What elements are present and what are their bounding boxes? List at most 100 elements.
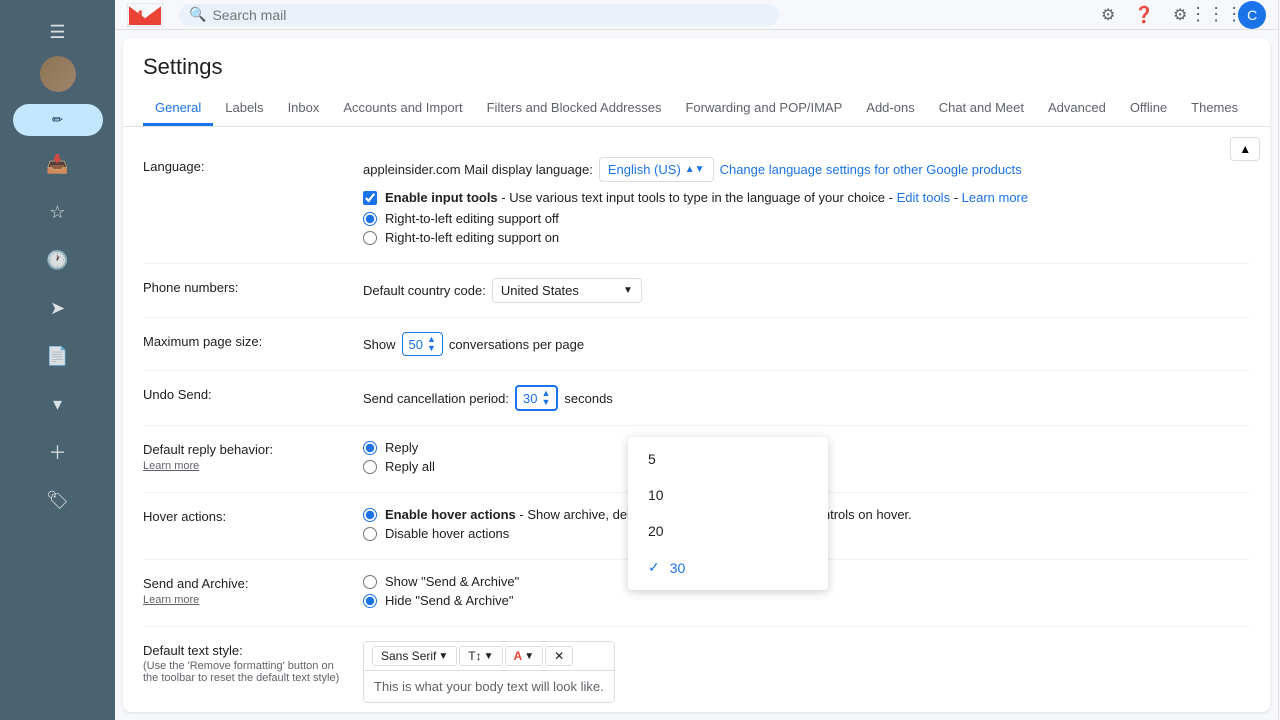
- reply-all-label: Reply all: [385, 459, 435, 474]
- avatar[interactable]: [40, 56, 76, 92]
- reply-learn-more-link[interactable]: Learn more: [143, 460, 199, 472]
- tab-accounts[interactable]: Accounts and Import: [331, 92, 474, 126]
- settings-header: Settings General Labels Inbox Accounts a…: [123, 38, 1270, 127]
- gmail-logo-icon: M: [127, 3, 163, 27]
- text-style-content: Sans Serif ▼ T↕ ▼ A ▼: [363, 641, 1250, 703]
- dropdown-option-5[interactable]: 5: [628, 441, 828, 477]
- reply-radio[interactable]: [363, 441, 377, 455]
- inbox-icon[interactable]: 📥: [38, 144, 78, 184]
- main-area: M 🔍 ⚙ ❓ ⚙ ⋮⋮⋮ C Settings General Labels …: [115, 0, 1278, 720]
- tab-forwarding[interactable]: Forwarding and POP/IMAP: [673, 92, 854, 126]
- language-dropdown[interactable]: English (US) ▲▼: [599, 157, 714, 182]
- font-size-icon: T↕: [468, 649, 481, 663]
- send-archive-learn-more-link[interactable]: Learn more: [143, 594, 199, 606]
- undo-send-content: Send cancellation period: 30 ▲▼ seconds: [363, 385, 1250, 411]
- tab-offline[interactable]: Offline: [1118, 92, 1179, 126]
- show-send-archive-label: Show "Send & Archive": [385, 574, 519, 589]
- page-size-stepper[interactable]: 50 ▲▼: [402, 332, 443, 356]
- phone-desc: Default country code:: [363, 283, 486, 298]
- text-style-label: Default text style: (Use the 'Remove for…: [143, 641, 343, 684]
- phone-country-value: United States: [501, 283, 579, 298]
- rtl-on-label: Right-to-left editing support on: [385, 230, 559, 245]
- font-color-dropdown-icon: ▼: [524, 651, 534, 662]
- rtl-on-row: Right-to-left editing support on: [363, 230, 1250, 245]
- undo-send-row: Undo Send: Send cancellation period: 30 …: [143, 371, 1250, 426]
- font-name: Sans Serif: [381, 649, 436, 663]
- menu-icon[interactable]: ☰: [38, 12, 78, 52]
- dropdown-option-20-label: 20: [648, 523, 664, 539]
- dropdown-option-10[interactable]: 10: [628, 477, 828, 513]
- dropdown-option-5-label: 5: [648, 451, 656, 467]
- change-language-link[interactable]: Change language settings for other Googl…: [720, 162, 1022, 177]
- reply-all-radio[interactable]: [363, 460, 377, 474]
- draft-icon[interactable]: 📄: [38, 336, 78, 376]
- filter-icon[interactable]: ⚙: [1094, 1, 1122, 29]
- tab-addons[interactable]: Add-ons: [854, 92, 926, 126]
- font-color-icon: A: [514, 649, 523, 663]
- check-icon: ✓: [648, 559, 660, 576]
- help-icon[interactable]: ❓: [1130, 1, 1158, 29]
- tab-inbox[interactable]: Inbox: [276, 92, 332, 126]
- chevron-down-icon[interactable]: ▾: [38, 384, 78, 424]
- page-size-content: Show 50 ▲▼ conversations per page: [363, 332, 1250, 356]
- font-color-button[interactable]: A ▼: [505, 646, 544, 666]
- search-input[interactable]: [212, 7, 769, 23]
- edit-tools-link[interactable]: Edit tools: [897, 190, 950, 205]
- left-sidebar: ☰ ✏ 📥 ☆ 🕐 ➤ 📄 ▾ ＋ 🏷: [0, 0, 115, 720]
- tab-general[interactable]: General: [143, 92, 213, 126]
- language-display-text: appleinsider.com Mail display language:: [363, 162, 593, 177]
- send-cancel-text: Send cancellation period:: [363, 391, 509, 406]
- tab-advanced[interactable]: Advanced: [1036, 92, 1118, 126]
- tab-chat[interactable]: Chat and Meet: [927, 92, 1036, 126]
- compose-button[interactable]: ✏: [13, 104, 103, 136]
- hide-send-archive-label: Hide "Send & Archive": [385, 593, 513, 608]
- gmail-logo: M: [127, 3, 163, 27]
- hide-send-archive-radio[interactable]: [363, 594, 377, 608]
- page-size-per-page: conversations per page: [449, 337, 584, 352]
- text-style-row: Default text style: (Use the 'Remove for…: [143, 627, 1250, 712]
- font-family-button[interactable]: Sans Serif ▼: [372, 646, 457, 666]
- undo-send-dropdown-menu: 5 10 20 ✓ 30: [628, 437, 828, 590]
- tab-themes[interactable]: Themes: [1179, 92, 1250, 126]
- settings-container: Settings General Labels Inbox Accounts a…: [123, 38, 1270, 712]
- top-bar: M 🔍 ⚙ ❓ ⚙ ⋮⋮⋮ C: [115, 0, 1278, 30]
- dropdown-option-20[interactable]: 20: [628, 513, 828, 549]
- google-account-button[interactable]: C: [1238, 1, 1266, 29]
- page-size-label: Maximum page size:: [143, 332, 343, 349]
- scroll-top-button[interactable]: ▲: [1230, 137, 1260, 161]
- phone-content: Default country code: United States ▼: [363, 278, 1250, 303]
- remove-formatting-button[interactable]: ✕: [545, 646, 573, 666]
- page-size-show-text: Show: [363, 337, 396, 352]
- dropdown-option-30[interactable]: ✓ 30: [628, 549, 828, 586]
- send-icon[interactable]: ➤: [38, 288, 78, 328]
- page-title: Settings: [143, 54, 1250, 80]
- reply-behavior-label: Default reply behavior: Learn more: [143, 440, 343, 472]
- text-style-preview: This is what your body text will look li…: [364, 671, 614, 702]
- undo-dropdown-arrows-icon: ▲▼: [541, 389, 550, 407]
- add-icon[interactable]: ＋: [38, 432, 78, 472]
- google-apps-icon[interactable]: ⋮⋮⋮: [1202, 1, 1230, 29]
- show-send-archive-radio[interactable]: [363, 575, 377, 589]
- tab-labels[interactable]: Labels: [213, 92, 275, 126]
- phone-country-select[interactable]: United States ▼: [492, 278, 642, 303]
- search-bar[interactable]: 🔍: [179, 4, 779, 26]
- rtl-on-radio[interactable]: [363, 231, 377, 245]
- phone-row: Phone numbers: Default country code: Uni…: [143, 264, 1250, 318]
- enable-input-tools-checkbox[interactable]: [363, 191, 377, 205]
- disable-hover-radio[interactable]: [363, 527, 377, 541]
- undo-send-value: 30: [523, 391, 537, 406]
- tab-filters[interactable]: Filters and Blocked Addresses: [475, 92, 674, 126]
- learn-more-input-tools-link[interactable]: Learn more: [962, 190, 1028, 205]
- hide-send-archive-row: Hide "Send & Archive": [363, 593, 1250, 608]
- undo-send-dropdown[interactable]: 30 ▲▼: [515, 385, 558, 411]
- phone-dropdown-icon: ▼: [623, 285, 633, 296]
- seconds-text: seconds: [564, 391, 612, 406]
- label-icon[interactable]: 🏷: [38, 480, 78, 520]
- rtl-off-radio[interactable]: [363, 212, 377, 226]
- star-icon[interactable]: ☆: [38, 192, 78, 232]
- enable-hover-radio[interactable]: [363, 508, 377, 522]
- search-icon: 🔍: [189, 6, 206, 23]
- font-size-button[interactable]: T↕ ▼: [459, 646, 502, 666]
- clock-icon[interactable]: 🕐: [38, 240, 78, 280]
- language-row: Language: appleinsider.com Mail display …: [143, 143, 1250, 264]
